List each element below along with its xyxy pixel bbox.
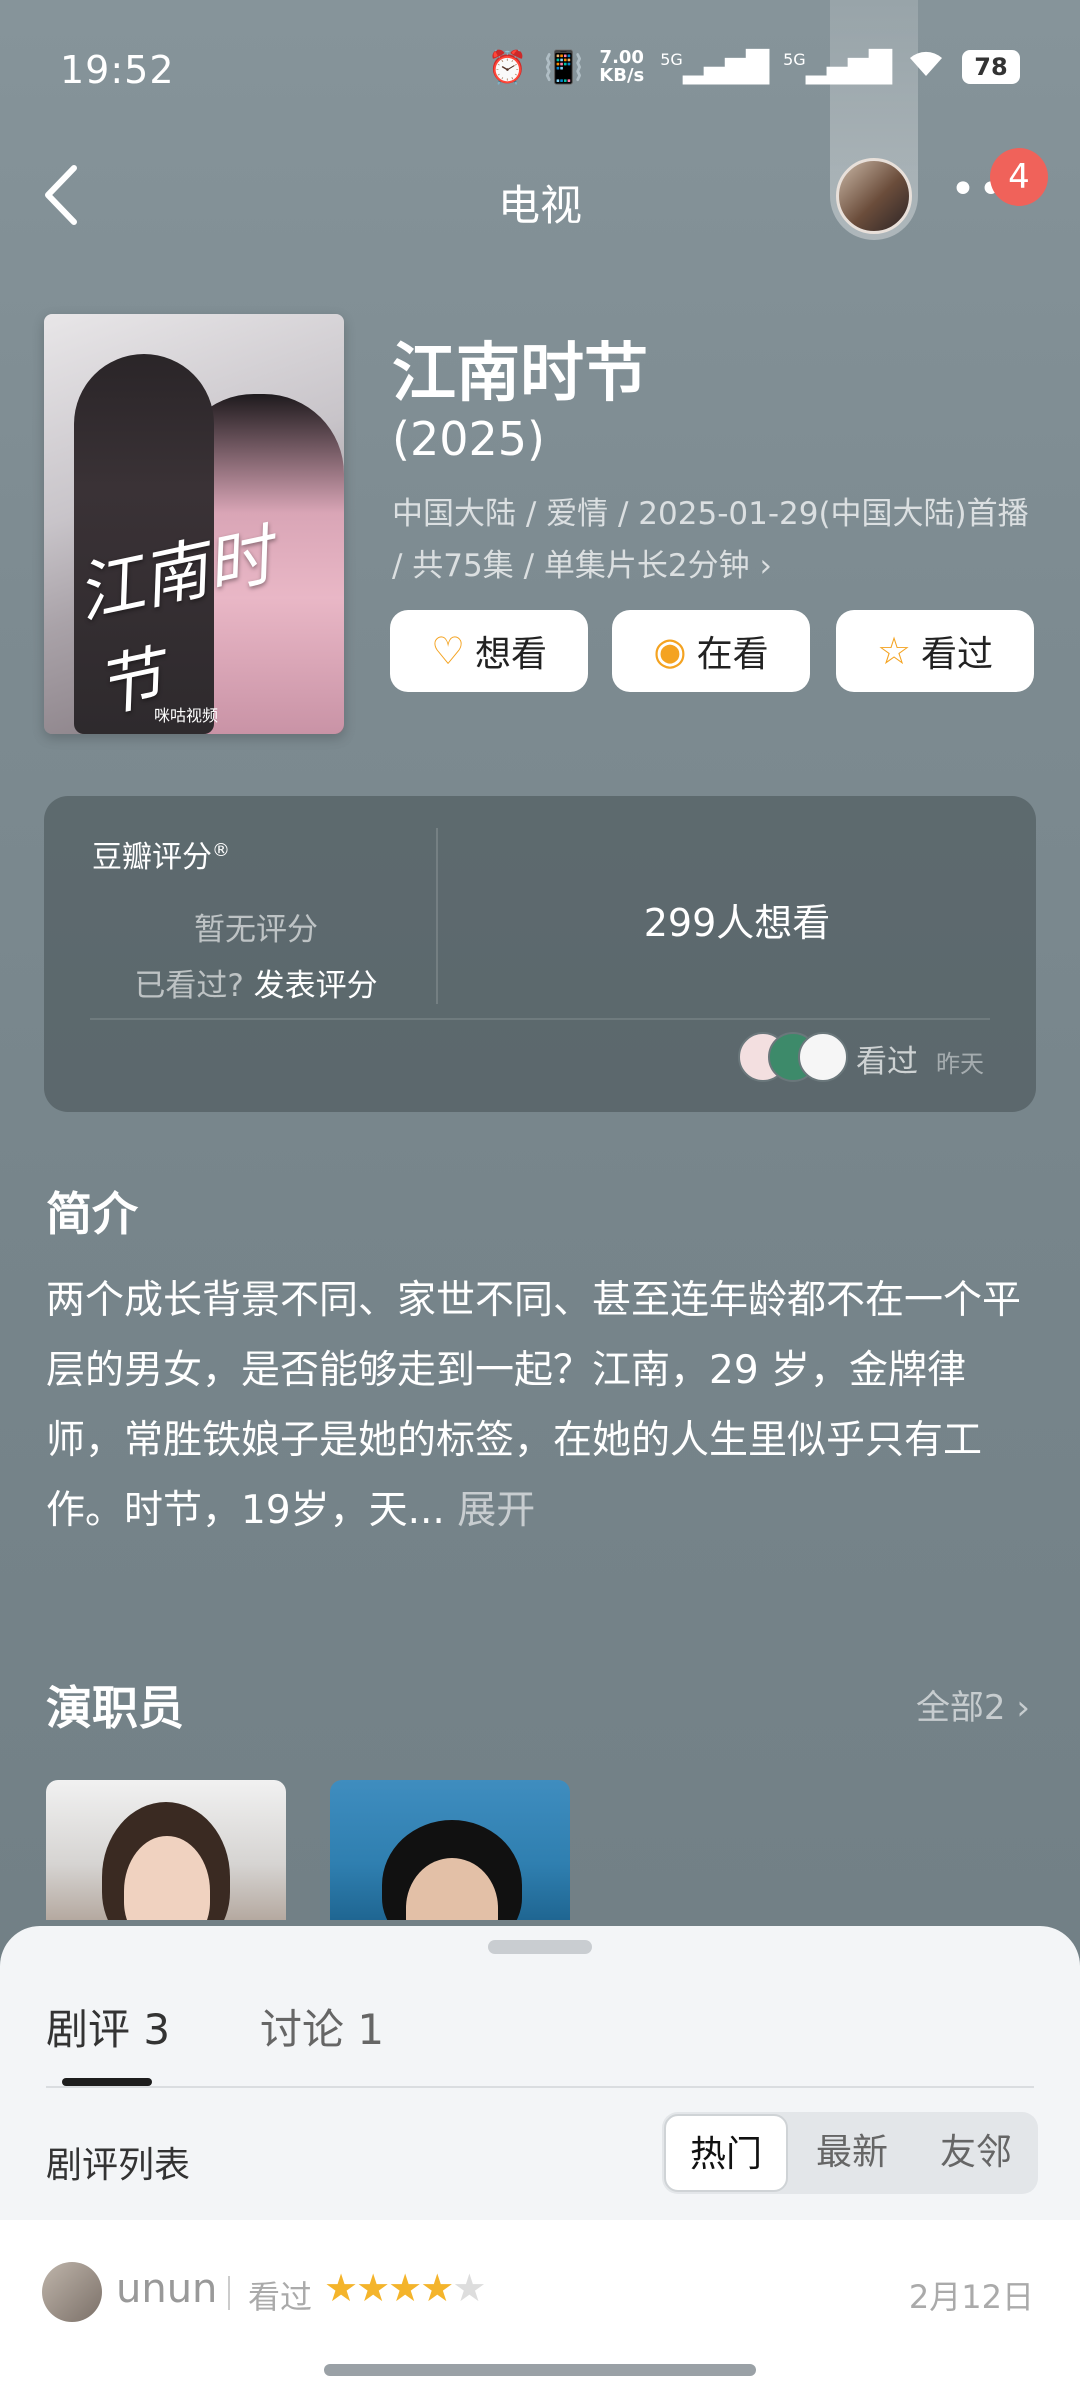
rating-title: 豆瓣评分® — [92, 840, 230, 875]
chevron-right-icon: › — [759, 548, 772, 584]
sort-hot[interactable]: 热门 — [664, 2114, 788, 2192]
tab-reviews[interactable]: 剧评 3 — [46, 1996, 170, 2057]
synopsis-text[interactable]: 两个成长背景不同、家世不同、甚至连年龄都不在一个平 层的男女，是否能够走到一起？… — [46, 1266, 1036, 1546]
review-username[interactable]: unun — [116, 2266, 217, 2312]
avatar[interactable] — [836, 158, 912, 234]
notification-badge[interactable]: 4 — [990, 148, 1048, 206]
cast-title: 演职员 — [46, 1681, 184, 1735]
target-icon: ◉ — [653, 629, 687, 673]
star-filled-icon: ★ — [420, 2266, 454, 2310]
review-date: 2月12日 — [908, 2278, 1034, 2316]
divider — [46, 2086, 1034, 2088]
signal-5g-1: 5G▂▄▆█ — [660, 49, 769, 85]
cast-all-link[interactable]: 全部2 › — [916, 1680, 1030, 1729]
divider — [90, 1018, 990, 1020]
friends-status: 看过 — [856, 1044, 918, 1080]
want-button[interactable]: ♡ 想看 — [390, 610, 588, 692]
watched-button[interactable]: ☆ 看过 — [836, 610, 1034, 692]
sheet-handle[interactable] — [488, 1940, 592, 1954]
sort-latest[interactable]: 最新 — [792, 2114, 912, 2192]
friend-avatar — [798, 1032, 848, 1082]
show-meta[interactable]: 中国大陆 / 爱情 / 2025-01-29(中国大陆)首播 / 共75集 / … — [392, 488, 1042, 592]
signal-icon: ▂▄▆█ — [682, 49, 769, 85]
want-count[interactable]: 299人想看 — [438, 892, 1036, 947]
synopsis-title: 简介 — [46, 1187, 138, 1241]
cast-photo[interactable] — [330, 1780, 570, 1920]
cast-photo[interactable] — [46, 1780, 286, 1920]
chevron-right-icon: › — [1016, 1688, 1030, 1728]
status-time: 19:52 — [60, 48, 175, 92]
sort-friends[interactable]: 友邻 — [916, 2114, 1036, 2192]
heart-plus-icon: ♡ — [430, 629, 466, 673]
reviews-sheet[interactable]: 剧评 3 讨论 1 剧评列表 热门 最新 友邻 unun 看过 ★★★★★ 2月… — [0, 1926, 1080, 2400]
network-speed: 7.00 KB/s — [599, 47, 645, 86]
tab-indicator — [62, 2078, 152, 2086]
sort-segmented-control[interactable]: 热门 最新 友邻 — [662, 2112, 1038, 2194]
avatar[interactable] — [42, 2262, 102, 2322]
show-year: (2025) — [392, 412, 545, 466]
no-rating-text: 暂无评分 — [194, 912, 318, 948]
star-empty-icon: ★ — [452, 2266, 486, 2310]
watching-button[interactable]: ◉ 在看 — [612, 610, 810, 692]
expand-link[interactable]: 展开 — [457, 1488, 535, 1533]
poster-image[interactable]: 江南时节 咪咕视频 — [44, 314, 344, 734]
battery-indicator: 78 — [962, 50, 1020, 84]
star-filled-icon: ★ — [356, 2266, 390, 2310]
divider — [228, 2276, 230, 2310]
home-indicator[interactable] — [324, 2364, 756, 2376]
rating-card: 豆瓣评分® 暂无评分 已看过? 发表评分 299人想看 看过 昨天 — [44, 796, 1036, 1112]
page-title: 电视 — [497, 181, 582, 230]
alarm-icon: ⏰ — [487, 48, 528, 86]
show-title: 江南时节 — [392, 337, 648, 411]
vibrate-icon: 📳 — [543, 48, 584, 86]
friends-time: 昨天 — [936, 1050, 984, 1078]
review-list-title: 剧评列表 — [46, 2145, 191, 2186]
status-icons: ⏰ 📳 7.00 KB/s 5G▂▄▆█ 5G▂▄▆█ 78 — [488, 48, 1020, 86]
star-icon: ☆ — [876, 629, 912, 673]
tab-discussion[interactable]: 讨论 1 — [260, 1996, 384, 2057]
poster-logo: 咪咕视频 — [154, 706, 219, 725]
friends-avatars[interactable] — [738, 1032, 848, 1082]
review-status: 看过 — [248, 2278, 313, 2316]
star-filled-icon: ★ — [388, 2266, 422, 2310]
post-rating-link[interactable]: 已看过? 发表评分 — [44, 960, 468, 1005]
star-filled-icon: ★ — [324, 2266, 358, 2310]
rating-stars: ★★★★★ — [324, 2266, 486, 2310]
